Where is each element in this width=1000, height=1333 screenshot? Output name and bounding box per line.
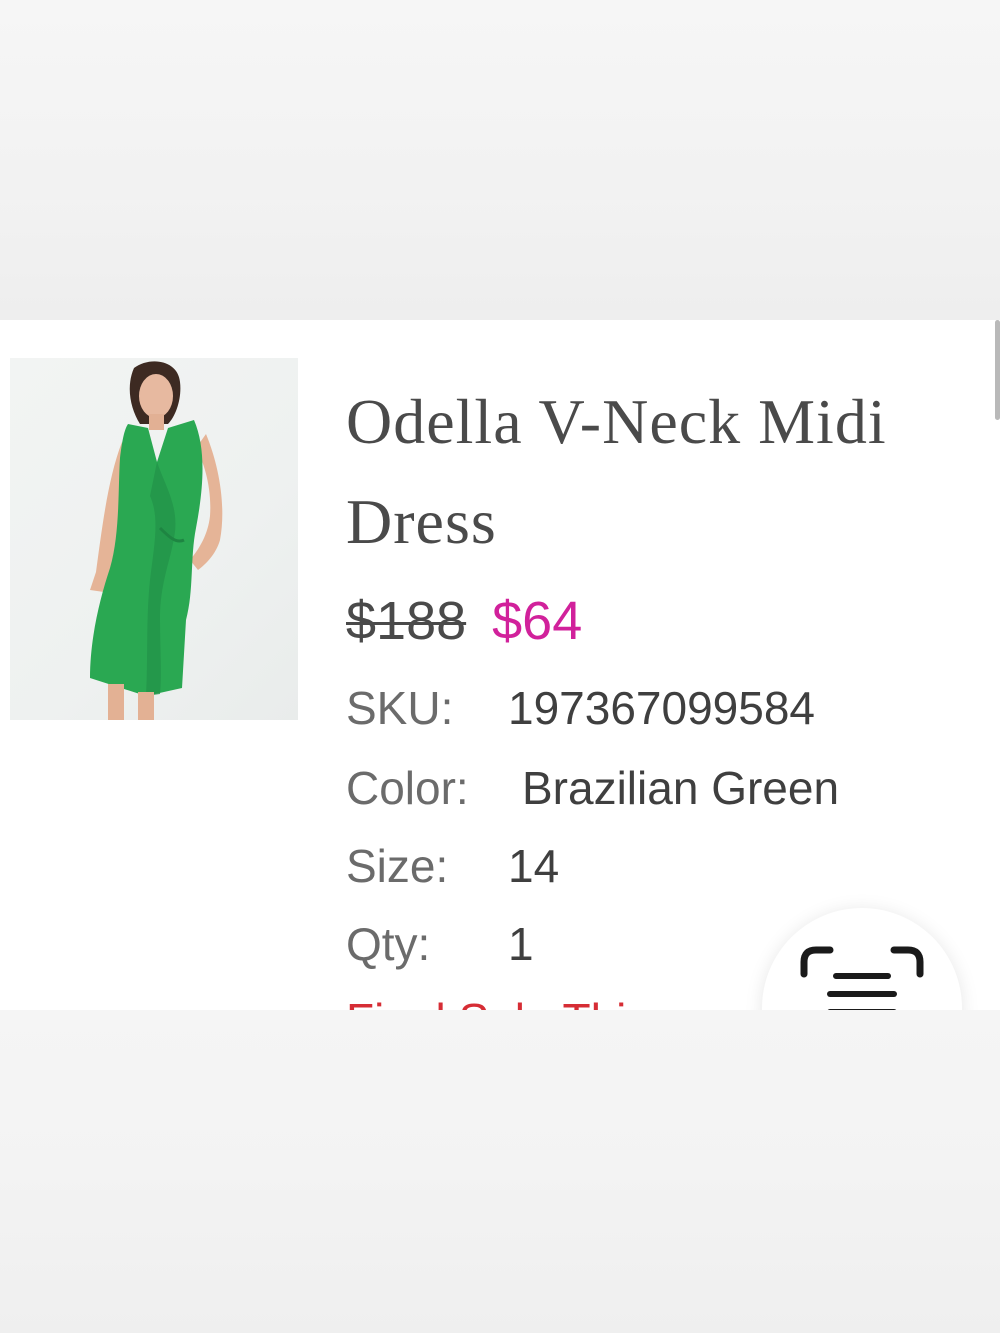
sku-label: SKU: bbox=[346, 682, 454, 734]
color-label: Color: bbox=[346, 762, 469, 814]
color-value: Brazilian Green bbox=[522, 762, 840, 814]
scrollbar[interactable] bbox=[995, 320, 1000, 420]
blurred-background-top bbox=[0, 0, 1000, 320]
qty-row: Qty: 1 bbox=[346, 916, 534, 972]
order-item-card: Odella V-Neck Midi Dress $188 $64 SKU: 197… bbox=[0, 320, 1000, 1010]
size-label: Size: bbox=[346, 840, 449, 892]
live-text-scan-button[interactable] bbox=[762, 908, 962, 1010]
price-row: $188 $64 bbox=[346, 590, 582, 652]
product-image[interactable] bbox=[10, 358, 298, 720]
original-price: $188 bbox=[346, 591, 467, 651]
qty-value: 1 bbox=[508, 918, 534, 970]
sku-row: SKU: 197367099584 bbox=[346, 680, 815, 736]
blurred-background-bottom bbox=[0, 1010, 1000, 1333]
dress-photo bbox=[90, 361, 223, 720]
size-value: 14 bbox=[508, 840, 560, 892]
qty-label: Qty: bbox=[346, 918, 431, 970]
size-row: Size: 14 bbox=[346, 838, 559, 894]
color-row: Color: Brazilian Green bbox=[346, 760, 839, 816]
scan-text-icon bbox=[800, 946, 924, 1010]
sku-value: 197367099584 bbox=[508, 682, 815, 734]
final-sale-notice: Final Sale This bbox=[346, 992, 649, 1010]
sale-price: $64 bbox=[492, 591, 583, 651]
product-title[interactable]: Odella V-Neck Midi Dress bbox=[346, 372, 906, 572]
